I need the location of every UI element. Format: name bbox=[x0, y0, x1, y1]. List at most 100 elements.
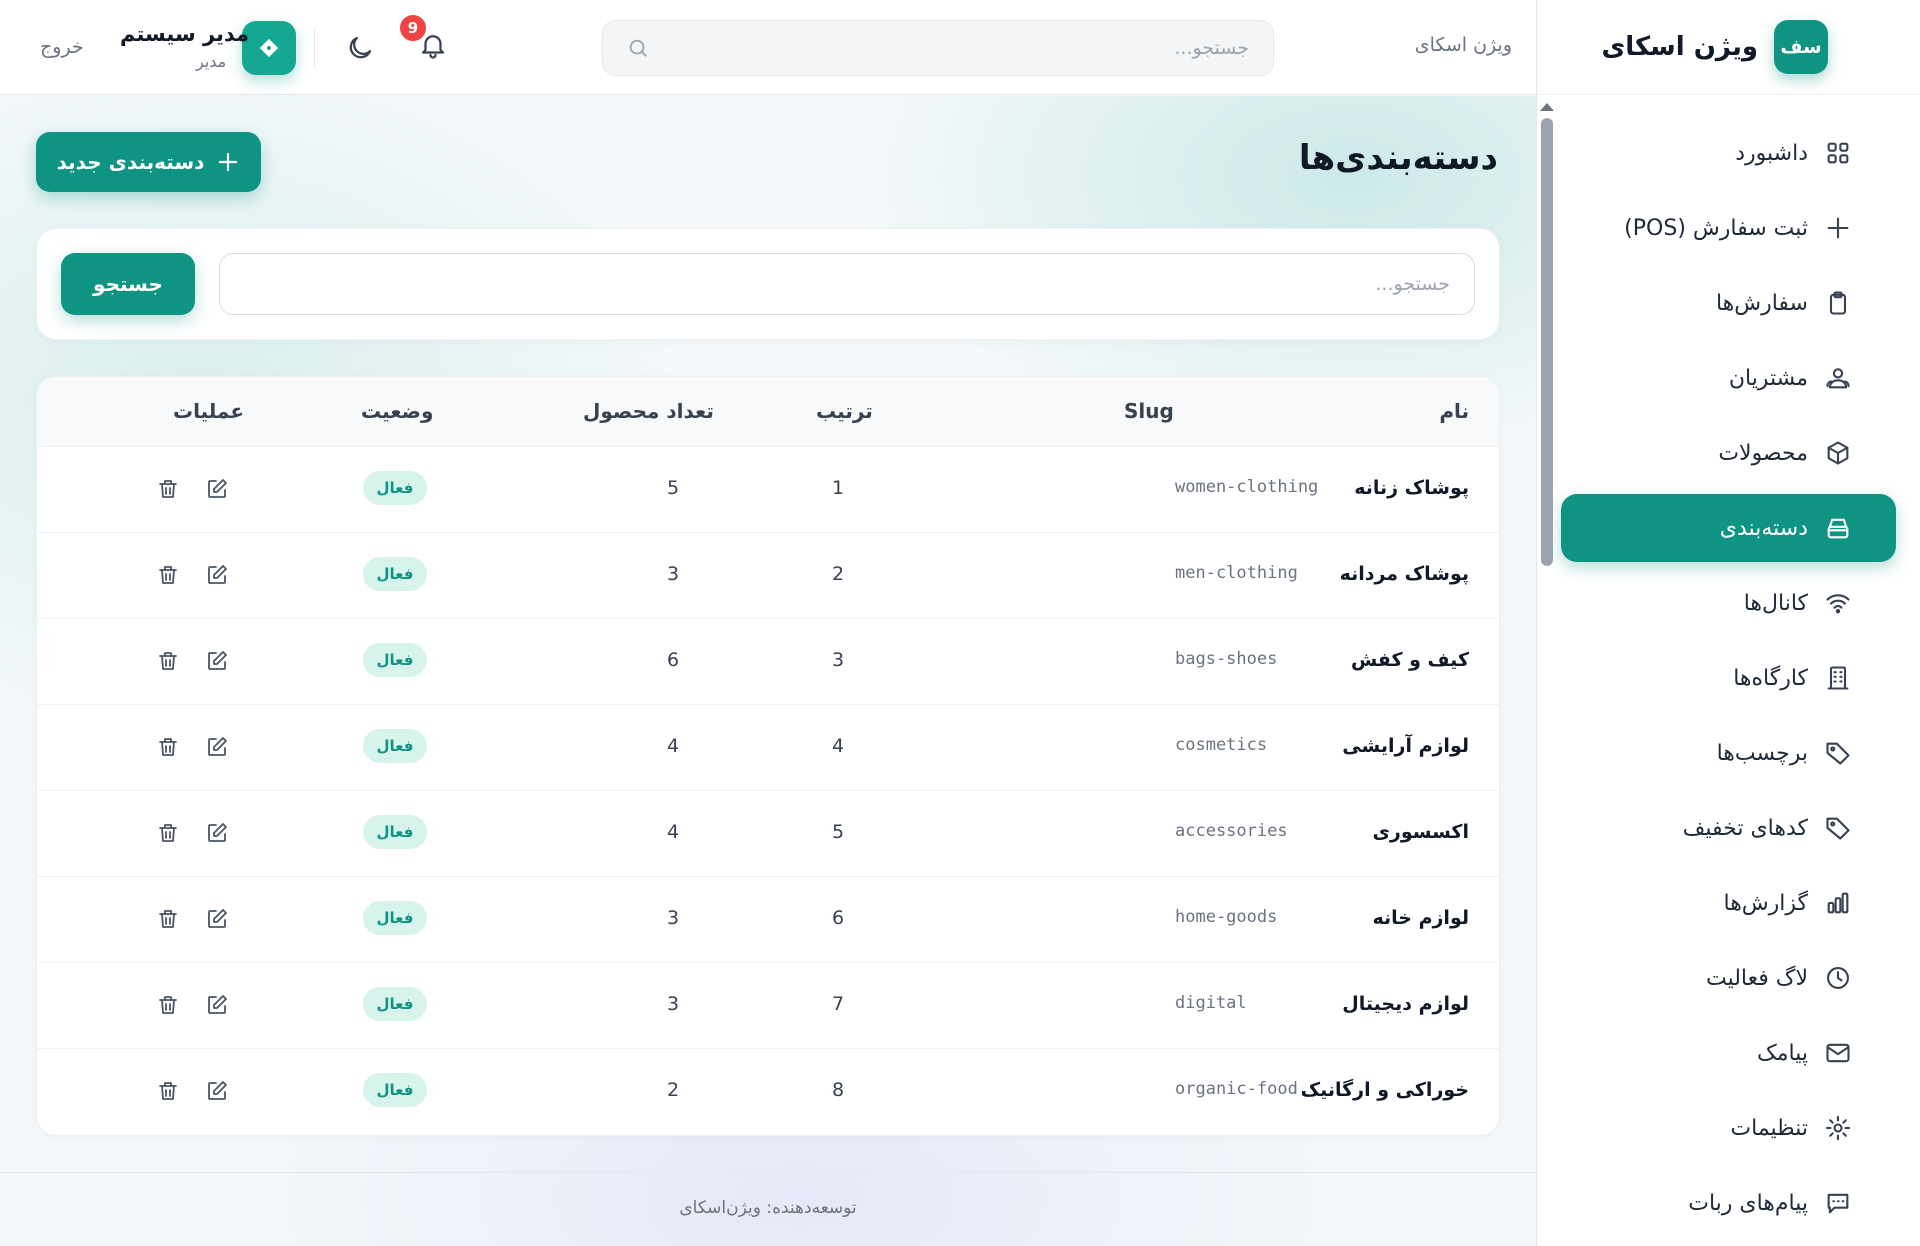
category-name: کیف و کفش bbox=[1350, 649, 1469, 671]
sidebar-item-8[interactable]: برچسب‌ها bbox=[1561, 719, 1896, 787]
moon-icon[interactable] bbox=[345, 33, 375, 63]
sidebar-nav: داشبورد ثبت سفارش (POS) سفارش‌ها مشتریان محص… bbox=[1537, 95, 1920, 1237]
header-name: نام bbox=[1439, 399, 1469, 423]
category-order: 4 bbox=[831, 735, 845, 757]
sidebar-item-label: ثبت سفارش (POS) bbox=[1624, 215, 1808, 241]
breadcrumb[interactable]: ویژن اسکای bbox=[1415, 34, 1512, 56]
table-row: پوشاک زنانه women-clothing 1 5 فعال bbox=[37, 447, 1499, 533]
clipboard-icon bbox=[1829, 291, 1847, 315]
user-name: مدیر سیستم bbox=[120, 22, 250, 46]
trash-icon[interactable] bbox=[156, 993, 180, 1017]
grid-icon bbox=[1827, 142, 1849, 164]
status-badge: فعال bbox=[363, 1073, 427, 1107]
sidebar-item-label: کدهای تخفیف bbox=[1682, 815, 1808, 841]
trash-icon[interactable] bbox=[156, 821, 180, 845]
trash-icon[interactable] bbox=[156, 649, 180, 673]
table-row: خوراکی و ارگانیک organic-food 8 2 فعال bbox=[37, 1049, 1499, 1135]
avatar[interactable] bbox=[242, 21, 296, 75]
bar-chart-icon bbox=[1827, 892, 1849, 914]
plus-icon bbox=[1827, 217, 1849, 239]
category-search-input[interactable] bbox=[219, 253, 1475, 315]
sidebar-item-2[interactable]: سفارش‌ها bbox=[1561, 269, 1896, 337]
footer-divider bbox=[0, 1172, 1536, 1173]
edit-icon[interactable] bbox=[205, 563, 229, 587]
tray-icon bbox=[1827, 518, 1849, 539]
table-row: لوازم خانه home-goods 6 3 فعال bbox=[37, 877, 1499, 963]
status-badge: فعال bbox=[363, 901, 427, 935]
category-search-button[interactable]: جستجو bbox=[61, 253, 195, 315]
category-product-count: 3 bbox=[666, 907, 680, 929]
edit-icon[interactable] bbox=[205, 993, 229, 1017]
sidebar-item-1[interactable]: ثبت سفارش (POS) bbox=[1561, 194, 1896, 262]
trash-icon[interactable] bbox=[156, 563, 180, 587]
category-order: 6 bbox=[831, 907, 845, 929]
sidebar-item-9[interactable]: کدهای تخفیف bbox=[1561, 794, 1896, 862]
sidebar-item-4[interactable]: محصولات bbox=[1561, 419, 1896, 487]
global-search-input[interactable] bbox=[663, 37, 1249, 59]
category-order: 5 bbox=[831, 821, 845, 843]
edit-icon[interactable] bbox=[205, 735, 229, 759]
wifi-icon bbox=[1826, 594, 1850, 614]
new-category-button[interactable]: دسته‌بندی جدید bbox=[36, 132, 261, 192]
main-content: دسته‌بندی‌ها دسته‌بندی جدید جستجو نام Sl… bbox=[0, 96, 1536, 1246]
logout-link[interactable]: خروج bbox=[40, 36, 84, 58]
sidebar-item-11[interactable]: لاگ فعالیت bbox=[1561, 944, 1896, 1012]
category-name: لوازم دیجیتال bbox=[1342, 993, 1469, 1015]
sidebar-scrollbar[interactable] bbox=[1541, 118, 1553, 566]
global-search[interactable] bbox=[602, 20, 1274, 76]
trash-icon[interactable] bbox=[156, 735, 180, 759]
category-order: 2 bbox=[831, 563, 845, 585]
table-row: پوشاک مردانه men-clothing 2 3 فعال bbox=[37, 533, 1499, 619]
category-order: 8 bbox=[831, 1079, 845, 1101]
brand[interactable]: سف ویژن اسکای bbox=[1537, 0, 1920, 95]
edit-icon[interactable] bbox=[205, 649, 229, 673]
table-row: اکسسوری accessories 5 4 فعال bbox=[37, 791, 1499, 877]
header-order: ترتیب bbox=[816, 399, 873, 423]
sidebar-item-label: مشتریان bbox=[1728, 365, 1808, 391]
category-name: خوراکی و ارگانیک bbox=[1300, 1079, 1469, 1101]
edit-icon[interactable] bbox=[205, 821, 229, 845]
category-name: اکسسوری bbox=[1372, 821, 1470, 843]
sidebar-item-10[interactable]: گزارش‌ها bbox=[1561, 869, 1896, 937]
sidebar-item-6[interactable]: کانال‌ها bbox=[1561, 569, 1896, 637]
notification-badge: 9 bbox=[398, 13, 428, 43]
edit-icon[interactable] bbox=[205, 907, 229, 931]
sidebar-item-label: برچسب‌ها bbox=[1716, 740, 1808, 766]
category-slug: digital bbox=[1175, 993, 1247, 1013]
category-slug: women-clothing bbox=[1175, 477, 1319, 497]
sidebar-item-7[interactable]: کارگاه‌ها bbox=[1561, 644, 1896, 712]
scroll-up-arrow[interactable] bbox=[1540, 103, 1554, 111]
sidebar-item-label: داشبورد bbox=[1735, 140, 1808, 166]
sidebar-item-5[interactable]: دسته‌بندی bbox=[1561, 494, 1896, 562]
sidebar-item-12[interactable]: پیامک bbox=[1561, 1019, 1896, 1087]
edit-icon[interactable] bbox=[205, 477, 229, 501]
mail-icon bbox=[1826, 1043, 1850, 1063]
trash-icon[interactable] bbox=[156, 907, 180, 931]
trash-icon[interactable] bbox=[156, 477, 180, 501]
sidebar-item-3[interactable]: مشتریان bbox=[1561, 344, 1896, 412]
search-icon bbox=[629, 39, 647, 57]
edit-icon[interactable] bbox=[205, 1079, 229, 1103]
chat-icon bbox=[1827, 1193, 1849, 1214]
category-slug: accessories bbox=[1175, 821, 1288, 841]
table-row: لوازم آرایشی cosmetics 4 4 فعال bbox=[37, 705, 1499, 791]
sidebar-item-14[interactable]: پیام‌های ربات bbox=[1561, 1169, 1896, 1237]
tag-icon bbox=[1826, 817, 1850, 840]
category-product-count: 3 bbox=[666, 563, 680, 585]
topbar: ویژن اسکای 9 مدیر سیستم مدیر خروج bbox=[0, 0, 1536, 95]
tag-icon bbox=[1826, 742, 1850, 765]
category-slug: bags-shoes bbox=[1175, 649, 1278, 669]
sidebar-item-13[interactable]: تنظیمات bbox=[1561, 1094, 1896, 1162]
status-badge: فعال bbox=[363, 471, 427, 505]
header-status: وضعیت bbox=[361, 399, 434, 423]
sidebar-item-label: کانال‌ها bbox=[1743, 590, 1808, 616]
category-order: 3 bbox=[831, 649, 845, 671]
status-badge: فعال bbox=[363, 815, 427, 849]
page-title: دسته‌بندی‌ها bbox=[1298, 138, 1498, 178]
trash-icon[interactable] bbox=[156, 1079, 180, 1103]
table-body: پوشاک زنانه women-clothing 1 5 فعال پوشاک مرد… bbox=[37, 447, 1499, 1135]
sidebar: سف ویژن اسکای داشبورد ثبت سفارش (POS) سفار… bbox=[1536, 0, 1920, 1246]
sidebar-item-0[interactable]: داشبورد bbox=[1561, 119, 1896, 187]
building-icon bbox=[1827, 666, 1849, 690]
table-header: نام Slug ترتیب تعداد محصول وضعیت عملیات bbox=[37, 377, 1499, 447]
